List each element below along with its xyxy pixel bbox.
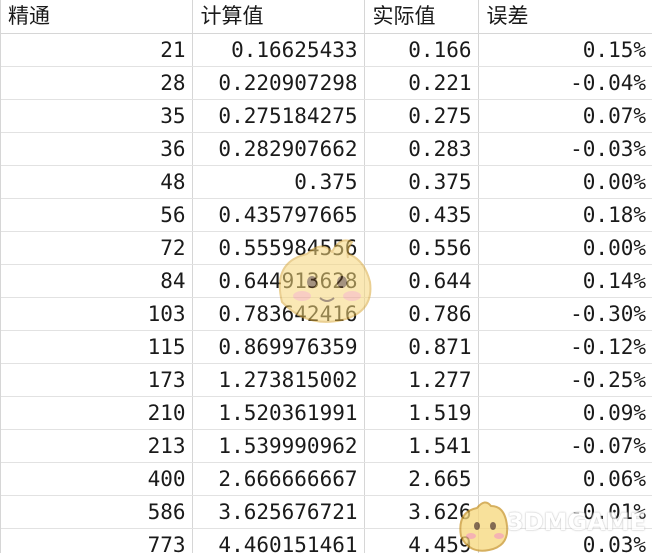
cell-calculated[interactable]: 4.460151461 <box>192 528 365 553</box>
header-mastery[interactable]: 精通 <box>0 0 193 34</box>
table-row: 56 0.435797665 0.435 0.18% <box>0 198 652 232</box>
cell-error[interactable]: 0.07% <box>478 99 652 133</box>
cell-actual[interactable]: 1.541 <box>364 429 479 463</box>
cell-actual[interactable]: 0.375 <box>364 165 479 199</box>
cell-error[interactable]: 0.00% <box>478 165 652 199</box>
cell-calculated[interactable]: 0.869976359 <box>192 330 365 364</box>
cell-error[interactable]: 0.09% <box>478 396 652 430</box>
cell-calculated[interactable]: 3.625676721 <box>192 495 365 529</box>
cell-mastery[interactable]: 84 <box>0 264 193 298</box>
cell-actual[interactable]: 0.435 <box>364 198 479 232</box>
cell-error[interactable]: 0.14% <box>478 264 652 298</box>
cell-error[interactable]: -0.03% <box>478 132 652 166</box>
cell-error[interactable]: -0.30% <box>478 297 652 331</box>
cell-actual[interactable]: 1.277 <box>364 363 479 397</box>
cell-calculated[interactable]: 0.275184275 <box>192 99 365 133</box>
cell-mastery[interactable]: 586 <box>0 495 193 529</box>
cell-error[interactable]: -0.07% <box>478 429 652 463</box>
cell-calculated[interactable]: 0.16625433 <box>192 33 365 67</box>
table-row: 400 2.666666667 2.665 0.06% <box>0 462 652 496</box>
cell-actual[interactable]: 0.283 <box>364 132 479 166</box>
cell-mastery[interactable]: 72 <box>0 231 193 265</box>
table-row: 21 0.16625433 0.166 0.15% <box>0 33 652 67</box>
cell-mastery[interactable]: 56 <box>0 198 193 232</box>
cell-error[interactable]: 0.18% <box>478 198 652 232</box>
header-actual[interactable]: 实际值 <box>364 0 479 34</box>
cell-mastery[interactable]: 103 <box>0 297 193 331</box>
cell-calculated[interactable]: 1.520361991 <box>192 396 365 430</box>
cell-mastery[interactable]: 213 <box>0 429 193 463</box>
cell-actual[interactable]: 0.275 <box>364 99 479 133</box>
cell-mastery[interactable]: 773 <box>0 528 193 553</box>
cell-error[interactable]: -0.12% <box>478 330 652 364</box>
table-row: 35 0.275184275 0.275 0.07% <box>0 99 652 133</box>
cell-mastery[interactable]: 48 <box>0 165 193 199</box>
table-row: 173 1.273815002 1.277 -0.25% <box>0 363 652 397</box>
watermark-logo: 3DMGAME <box>455 496 652 553</box>
watermark-mascot-icon <box>278 239 372 323</box>
cell-calculated[interactable]: 1.273815002 <box>192 363 365 397</box>
cell-mastery[interactable]: 173 <box>0 363 193 397</box>
cell-mastery[interactable]: 210 <box>0 396 193 430</box>
cell-mastery[interactable]: 28 <box>0 66 193 100</box>
cell-actual[interactable]: 0.221 <box>364 66 479 100</box>
cell-calculated[interactable]: 0.220907298 <box>192 66 365 100</box>
cell-calculated[interactable]: 0.282907662 <box>192 132 365 166</box>
watermark-text: 3DMGAME <box>507 508 647 536</box>
cell-error[interactable]: 0.15% <box>478 33 652 67</box>
grid-left-border <box>0 0 1 553</box>
cell-calculated[interactable]: 1.539990962 <box>192 429 365 463</box>
cell-actual[interactable]: 0.871 <box>364 330 479 364</box>
cell-actual[interactable]: 1.519 <box>364 396 479 430</box>
cell-calculated[interactable]: 0.435797665 <box>192 198 365 232</box>
header-error[interactable]: 误差 <box>478 0 652 34</box>
cell-mastery[interactable]: 400 <box>0 462 193 496</box>
mascot-icon <box>459 501 509 552</box>
table-row: 28 0.220907298 0.221 -0.04% <box>0 66 652 100</box>
table-row: 36 0.282907662 0.283 -0.03% <box>0 132 652 166</box>
cell-mastery[interactable]: 36 <box>0 132 193 166</box>
cell-mastery[interactable]: 21 <box>0 33 193 67</box>
table-row: 48 0.375 0.375 0.00% <box>0 165 652 199</box>
table-row: 210 1.520361991 1.519 0.09% <box>0 396 652 430</box>
cell-mastery[interactable]: 35 <box>0 99 193 133</box>
spreadsheet: 精通 计算值 实际值 误差 21 0.16625433 0.166 0.15% 28 0.… <box>0 0 652 553</box>
cell-actual[interactable]: 2.665 <box>364 462 479 496</box>
header-calculated[interactable]: 计算值 <box>192 0 365 34</box>
cell-mastery[interactable]: 115 <box>0 330 193 364</box>
table-row: 213 1.539990962 1.541 -0.07% <box>0 429 652 463</box>
header-row: 精通 计算值 实际值 误差 <box>0 0 652 34</box>
cell-error[interactable]: 0.00% <box>478 231 652 265</box>
cell-error[interactable]: -0.04% <box>478 66 652 100</box>
cell-calculated[interactable]: 0.375 <box>192 165 365 199</box>
cell-calculated[interactable]: 2.666666667 <box>192 462 365 496</box>
cell-actual[interactable]: 0.166 <box>364 33 479 67</box>
cell-error[interactable]: 0.06% <box>478 462 652 496</box>
table-row: 115 0.869976359 0.871 -0.12% <box>0 330 652 364</box>
cell-error[interactable]: -0.25% <box>478 363 652 397</box>
